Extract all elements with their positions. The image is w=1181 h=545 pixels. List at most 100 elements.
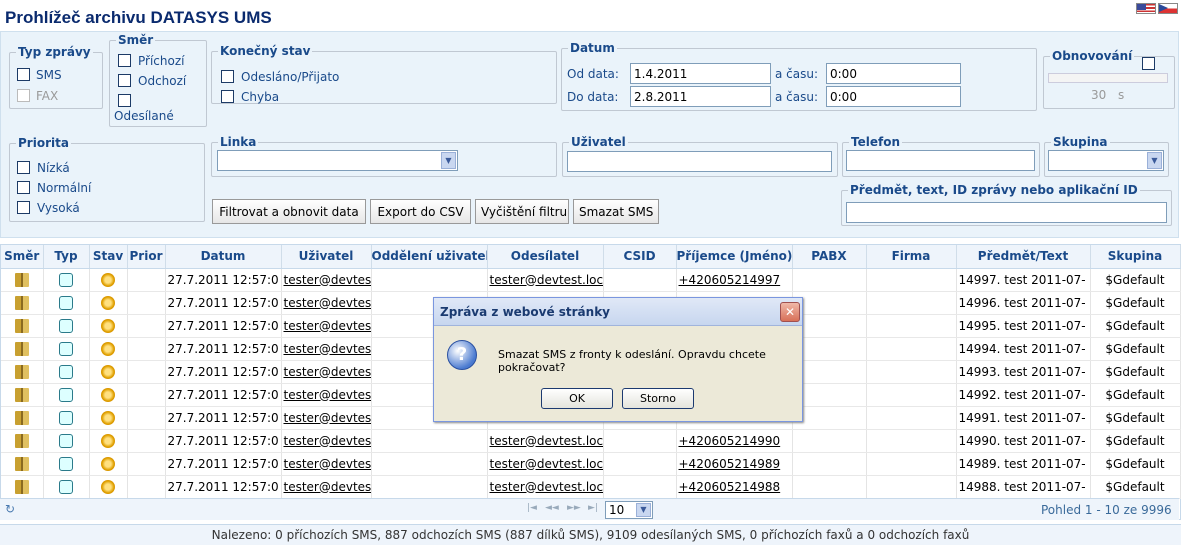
- skupina-cell: $Gdefault: [1090, 383, 1181, 407]
- column-header[interactable]: Prior: [127, 245, 166, 269]
- column-header[interactable]: Typ: [43, 245, 90, 269]
- message-type-legend: Typ zprávy: [18, 45, 91, 59]
- column-header[interactable]: Skupina: [1090, 245, 1181, 269]
- sms-type-icon: [59, 433, 73, 448]
- refresh-icon[interactable]: ↻: [5, 502, 15, 516]
- czech-flag-icon[interactable]: [1158, 3, 1178, 14]
- datum-cell: 27.7.2011 12:57:0: [165, 337, 282, 361]
- ok-button[interactable]: OK: [541, 388, 613, 409]
- empty-cell: [866, 268, 957, 292]
- icon-cell: [43, 429, 90, 453]
- direction-icon: [14, 364, 29, 379]
- time-from-input[interactable]: [826, 63, 961, 84]
- uzivatel-cell: tester@devtest: [281, 291, 372, 315]
- chevron-down-icon[interactable]: ▼: [1147, 152, 1162, 169]
- empty-cell: [127, 360, 166, 384]
- odesilatel-cell: tester@devtest.loca: [487, 452, 604, 476]
- incoming-checkbox[interactable]: [118, 54, 131, 67]
- page-size-select[interactable]: 10 ▼: [605, 501, 653, 519]
- table-row[interactable]: 27.7.2011 12:57:0 tester@devtest tester@de…: [1, 452, 1181, 476]
- skupina-cell: $Gdefault: [1090, 360, 1181, 384]
- chevron-down-icon[interactable]: ▼: [636, 503, 651, 517]
- sent-received-checkbox[interactable]: [221, 70, 234, 83]
- column-header[interactable]: Příjemce (Jméno): [676, 245, 793, 269]
- icon-cell: [1, 291, 44, 315]
- refresh-checkbox[interactable]: [1142, 57, 1155, 70]
- direction-icon: [14, 272, 29, 287]
- column-header[interactable]: Stav: [89, 245, 128, 269]
- export-csv-button[interactable]: Export do CSV: [370, 199, 471, 224]
- refresh-slider[interactable]: [1048, 73, 1168, 83]
- icon-cell: [43, 268, 90, 292]
- icon-cell: [43, 360, 90, 384]
- table-row[interactable]: 27.7.2011 12:57:0 tester@devtest tester@de…: [1, 475, 1181, 499]
- empty-cell: [792, 452, 867, 476]
- table-row[interactable]: 27.7.2011 12:57:0 tester@devtest tester@de…: [1, 268, 1181, 292]
- empty-cell: [603, 475, 677, 499]
- datum-cell: 27.7.2011 12:57:0: [165, 429, 282, 453]
- prijemce-cell: +420605214988: [676, 475, 793, 499]
- sms-type-icon: [59, 295, 73, 310]
- final-state-legend: Konečný stav: [220, 44, 311, 58]
- date-to-input[interactable]: [630, 86, 771, 107]
- icon-cell: [89, 360, 128, 384]
- icon-cell: [43, 406, 90, 430]
- icon-cell: [1, 475, 44, 499]
- line-select[interactable]: ▼: [217, 150, 458, 171]
- predmet-cell: 14996. test 2011-07-: [956, 291, 1091, 315]
- predmet-cell: 14988. test 2011-07-: [956, 475, 1091, 499]
- sending-checkbox[interactable]: [118, 94, 131, 107]
- fax-checkbox: [17, 89, 30, 102]
- english-flag-icon[interactable]: [1136, 3, 1156, 14]
- phone-input[interactable]: [846, 150, 1035, 171]
- priority-high-checkbox[interactable]: [17, 201, 30, 214]
- subject-input[interactable]: [846, 202, 1167, 223]
- priority-low-checkbox[interactable]: [17, 161, 30, 174]
- status-icon: [101, 318, 115, 333]
- uzivatel-cell: tester@devtest: [281, 452, 372, 476]
- empty-cell: [792, 337, 867, 361]
- user-input[interactable]: [567, 151, 832, 172]
- close-icon[interactable]: ✕: [780, 302, 800, 322]
- column-header[interactable]: PABX: [792, 245, 867, 269]
- icon-cell: [89, 268, 128, 292]
- datum-cell: 27.7.2011 12:57:0: [165, 291, 282, 315]
- last-page-icon[interactable]: ►|: [588, 503, 598, 513]
- outgoing-checkbox[interactable]: [118, 74, 131, 87]
- cancel-button[interactable]: Storno: [622, 388, 694, 409]
- delete-sms-button[interactable]: Smazat SMS: [573, 199, 659, 224]
- column-header[interactable]: Uživatel: [281, 245, 372, 269]
- clear-filter-button[interactable]: Vyčištění filtru: [475, 199, 569, 224]
- chevron-down-icon[interactable]: ▼: [441, 152, 456, 169]
- icon-cell: [43, 475, 90, 499]
- prev-page-icon[interactable]: ◄◄: [545, 503, 559, 513]
- sms-checkbox[interactable]: [17, 68, 30, 81]
- priority-normal-checkbox[interactable]: [17, 181, 30, 194]
- icon-cell: [1, 268, 44, 292]
- column-header[interactable]: Datum: [165, 245, 282, 269]
- column-header[interactable]: Oddělení uživatel: [371, 245, 488, 269]
- status-icon: [101, 272, 115, 287]
- column-header[interactable]: CSID: [603, 245, 677, 269]
- group-select[interactable]: ▼: [1048, 150, 1164, 171]
- time-to-label: a času:: [775, 90, 819, 104]
- table-row[interactable]: 27.7.2011 12:57:0 tester@devtest tester@de…: [1, 429, 1181, 453]
- column-header[interactable]: Firma: [866, 245, 957, 269]
- column-header[interactable]: Směr: [1, 245, 44, 269]
- direction-icon: [14, 387, 29, 402]
- error-checkbox[interactable]: [221, 90, 234, 103]
- next-page-icon[interactable]: ►►: [567, 503, 581, 513]
- column-header[interactable]: Odesílatel: [487, 245, 604, 269]
- empty-cell: [603, 452, 677, 476]
- column-header[interactable]: Předmět/Text: [956, 245, 1091, 269]
- filter-button[interactable]: Filtrovat a obnovit data: [212, 199, 366, 224]
- icon-cell: [89, 291, 128, 315]
- refresh-unit: s: [1118, 88, 1125, 102]
- uzivatel-cell: tester@devtest: [281, 268, 372, 292]
- skupina-cell: $Gdefault: [1090, 314, 1181, 338]
- date-from-input[interactable]: [630, 63, 771, 84]
- datum-cell: 27.7.2011 12:57:0: [165, 475, 282, 499]
- phone-legend: Telefon: [851, 135, 900, 149]
- time-to-input[interactable]: [826, 86, 961, 107]
- first-page-icon[interactable]: |◄: [527, 503, 537, 513]
